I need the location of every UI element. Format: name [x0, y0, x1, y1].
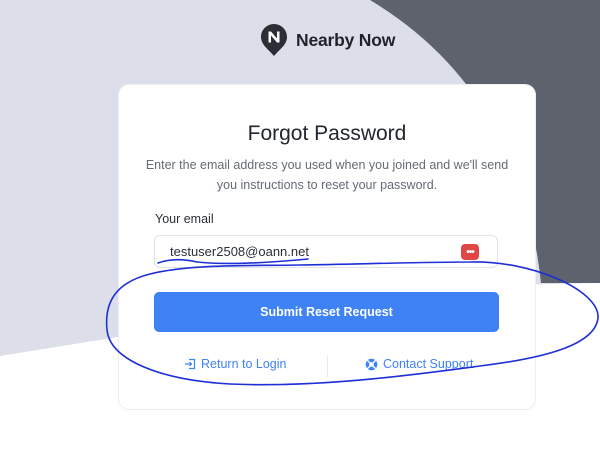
footer-links: Return to Login Contact Support: [119, 355, 535, 377]
submit-reset-button[interactable]: Submit Reset Request: [154, 292, 499, 332]
email-value[interactable]: testuser2508@oann.net: [170, 244, 309, 259]
email-label: Your email: [155, 212, 214, 226]
brand-name: Nearby Now: [296, 29, 396, 50]
page-subtitle: Enter the email address you used when yo…: [145, 158, 509, 192]
links-divider: [327, 355, 328, 377]
return-to-login-link[interactable]: Return to Login: [184, 357, 286, 371]
contact-support-link[interactable]: Contact Support: [365, 357, 473, 371]
sign-in-icon: [185, 358, 196, 370]
forgot-password-card: Forgot Password Enter the email address …: [119, 85, 535, 409]
brand-header: Nearby Now: [260, 22, 395, 58]
password-dots-icon[interactable]: •••: [461, 244, 479, 260]
email-field[interactable]: testuser2508@oann.net •••: [154, 235, 498, 268]
lifebuoy-icon: [365, 358, 378, 370]
page-title: Forgot Password: [247, 122, 407, 145]
return-to-login-label[interactable]: Return to Login: [201, 357, 286, 371]
contact-support-label[interactable]: Contact Support: [383, 357, 473, 371]
nearby-now-logo-icon: [261, 24, 287, 56]
